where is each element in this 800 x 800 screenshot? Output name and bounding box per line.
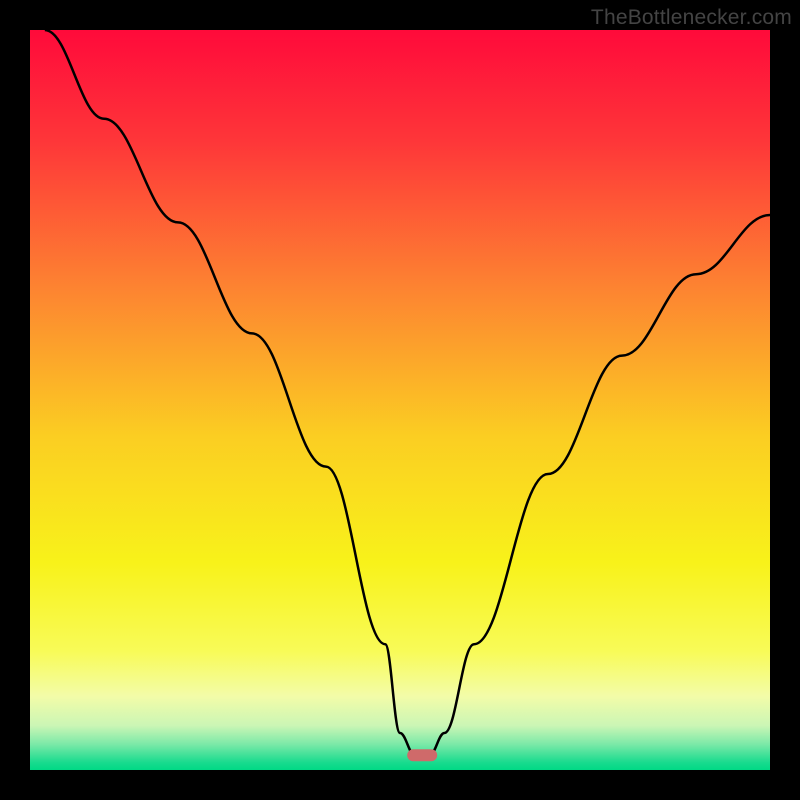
watermark-text: TheBottlenecker.com (591, 6, 792, 30)
optimal-marker (407, 749, 437, 761)
gradient-background (30, 30, 770, 770)
chart-svg (30, 30, 770, 770)
chart-frame: TheBottlenecker.com (0, 0, 800, 800)
plot-area (30, 30, 770, 770)
